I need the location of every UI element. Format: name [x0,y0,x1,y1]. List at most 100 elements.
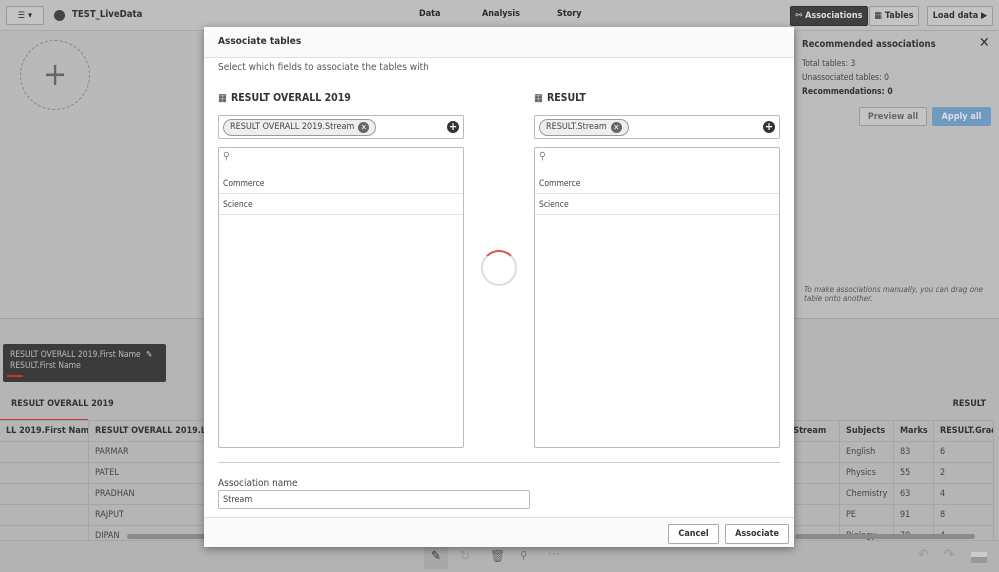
table-cell: PARMAR [88,441,209,463]
refresh-icon[interactable]: ↻ [460,549,470,564]
cancel-button[interactable]: Cancel [668,524,719,544]
table-cell: RAJPUT [88,504,209,526]
undo-icon[interactable]: ↶ [918,547,929,563]
column-header[interactable]: RESULT OVERALL 2019.La [88,420,209,442]
menu-button[interactable]: ☰ ▾ [6,6,44,25]
search-icon[interactable]: ⚲ [219,148,463,173]
association-name-label: Association name [218,478,298,489]
list-item[interactable]: Commerce [535,173,779,194]
table-cell: PE [839,504,894,526]
horizontal-scrollbar-right[interactable] [795,534,975,539]
table-cell: Physics [839,462,894,484]
filter-icon[interactable]: ⚲ [520,549,527,562]
table-row: eChemistry634 [779,483,994,505]
associations-icon: ⚯ [795,11,806,21]
left-table-title: RESULT OVERALL 2019 [11,399,114,409]
play-icon: ▶ [978,11,988,21]
table-cell: PATEL [88,462,209,484]
column-header[interactable]: Subjects [839,420,894,442]
table-row: ePE918 [779,504,994,526]
preview-toggle-icon[interactable] [971,552,987,563]
remove-chip-icon[interactable]: ✕ [358,121,370,133]
table-cell [0,462,89,484]
column-header[interactable]: Marks [893,420,934,442]
tooltip-field-2: RESULT.First Name [10,361,81,371]
table-icon: ▦ [534,92,543,104]
remove-chip-icon[interactable]: ✕ [610,121,622,133]
redo-icon[interactable]: ↷ [944,547,955,563]
right-field-selector[interactable]: RESULT.Stream ✕ + [534,115,780,139]
table-cell: English [839,441,894,463]
column-header[interactable]: LL 2019.First Name [0,420,89,442]
header-row: LL 2019.First Name RESULT OVERALL 2019.La [0,420,209,442]
table-cell: 2 [933,462,994,484]
list-item[interactable]: Science [219,194,463,215]
apply-all-button[interactable]: Apply all [932,107,991,126]
table-row: PRADHAN [0,483,209,505]
list-item[interactable]: Commerce [219,173,463,194]
more-icon[interactable]: ⋯ [548,547,560,562]
highlight-bar [7,375,23,377]
preview-all-button[interactable]: Preview all [859,107,927,126]
dialog-title: Associate tables [204,27,794,58]
table-row: PATEL [0,462,209,484]
table-row: eEnglish836 [779,441,994,463]
recommendations-count: Recommendations: 0 [802,87,893,97]
edit-icon[interactable]: ✎ [424,545,448,569]
table-row: ePhysics552 [779,462,994,484]
tables-button[interactable]: ▦ Tables [869,6,919,26]
delete-icon[interactable]: 🗑 [490,549,505,563]
total-tables: Total tables: 3 [802,59,856,69]
table-row: PARMAR [0,441,209,463]
table-cell: 8 [933,504,994,526]
right-table-title: RESULT [952,399,986,409]
field-chip: RESULT.Stream ✕ [539,118,629,136]
table-cell: 6 [933,441,994,463]
left-field-selector[interactable]: RESULT OVERALL 2019.Stream ✕ + [218,115,464,139]
table-cell: 91 [893,504,934,526]
horizontal-scrollbar[interactable] [127,534,207,539]
add-data-button[interactable]: + [20,40,90,110]
manual-hint: To make associations manually, you can d… [804,285,983,303]
table-cell: 83 [893,441,934,463]
table-cell: Chemistry [839,483,894,505]
left-table-header: ▦ RESULT OVERALL 2019 [218,92,351,104]
association-name-input[interactable] [218,490,530,509]
add-field-icon[interactable]: + [763,121,775,133]
edit-icon[interactable]: ✎ [146,350,152,361]
association-tooltip[interactable]: RESULT OVERALL 2019.First Name RESULT.Fi… [3,344,166,382]
app-icon [54,10,65,21]
right-preview-table: T.StreamSubjectsMarksRESULT.GradeEnglish… [779,420,994,547]
left-values-list: ⚲ Commerce Science [218,147,464,448]
right-table-header: ▦ RESULT [534,92,586,104]
table-cell [0,504,89,526]
table-cell: 4 [933,483,994,505]
tab-story[interactable]: Story [557,9,582,19]
loading-spinner [481,250,517,286]
right-values-list: ⚲ Commerce Science [534,147,780,448]
table-icon: ▦ [218,92,227,104]
table-cell [0,483,89,505]
column-header[interactable]: RESULT.Grad [933,420,994,442]
tooltip-field-1: RESULT OVERALL 2019.First Name [10,350,141,360]
table-row: RAJPUT [0,504,209,526]
load-data-button[interactable]: Load data ▶ [927,6,993,26]
table-cell: PRADHAN [88,483,209,505]
recommended-panel: Recommended associations ✕ Total tables:… [795,31,999,318]
unassociated-tables: Unassociated tables: 0 [802,73,890,83]
close-icon[interactable]: ✕ [979,35,990,51]
left-preview-table: LL 2019.First Name RESULT OVERALL 2019.La… [0,420,209,547]
tab-data[interactable]: Data [419,9,441,19]
search-icon[interactable]: ⚲ [535,148,779,173]
panel-title: Recommended associations [802,39,936,50]
dialog-subtitle: Select which fields to associate the tab… [218,62,429,73]
associate-tables-dialog: Associate tables Select which fields to … [204,27,794,547]
tab-analysis[interactable]: Analysis [482,9,520,19]
add-field-icon[interactable]: + [447,121,459,133]
associations-button[interactable]: ⚯ Associations [790,6,868,26]
divider [218,462,780,463]
list-item[interactable]: Science [535,194,779,215]
table-cell [0,441,89,463]
associate-button[interactable]: Associate [725,524,789,544]
field-chip: RESULT OVERALL 2019.Stream ✕ [223,118,377,136]
